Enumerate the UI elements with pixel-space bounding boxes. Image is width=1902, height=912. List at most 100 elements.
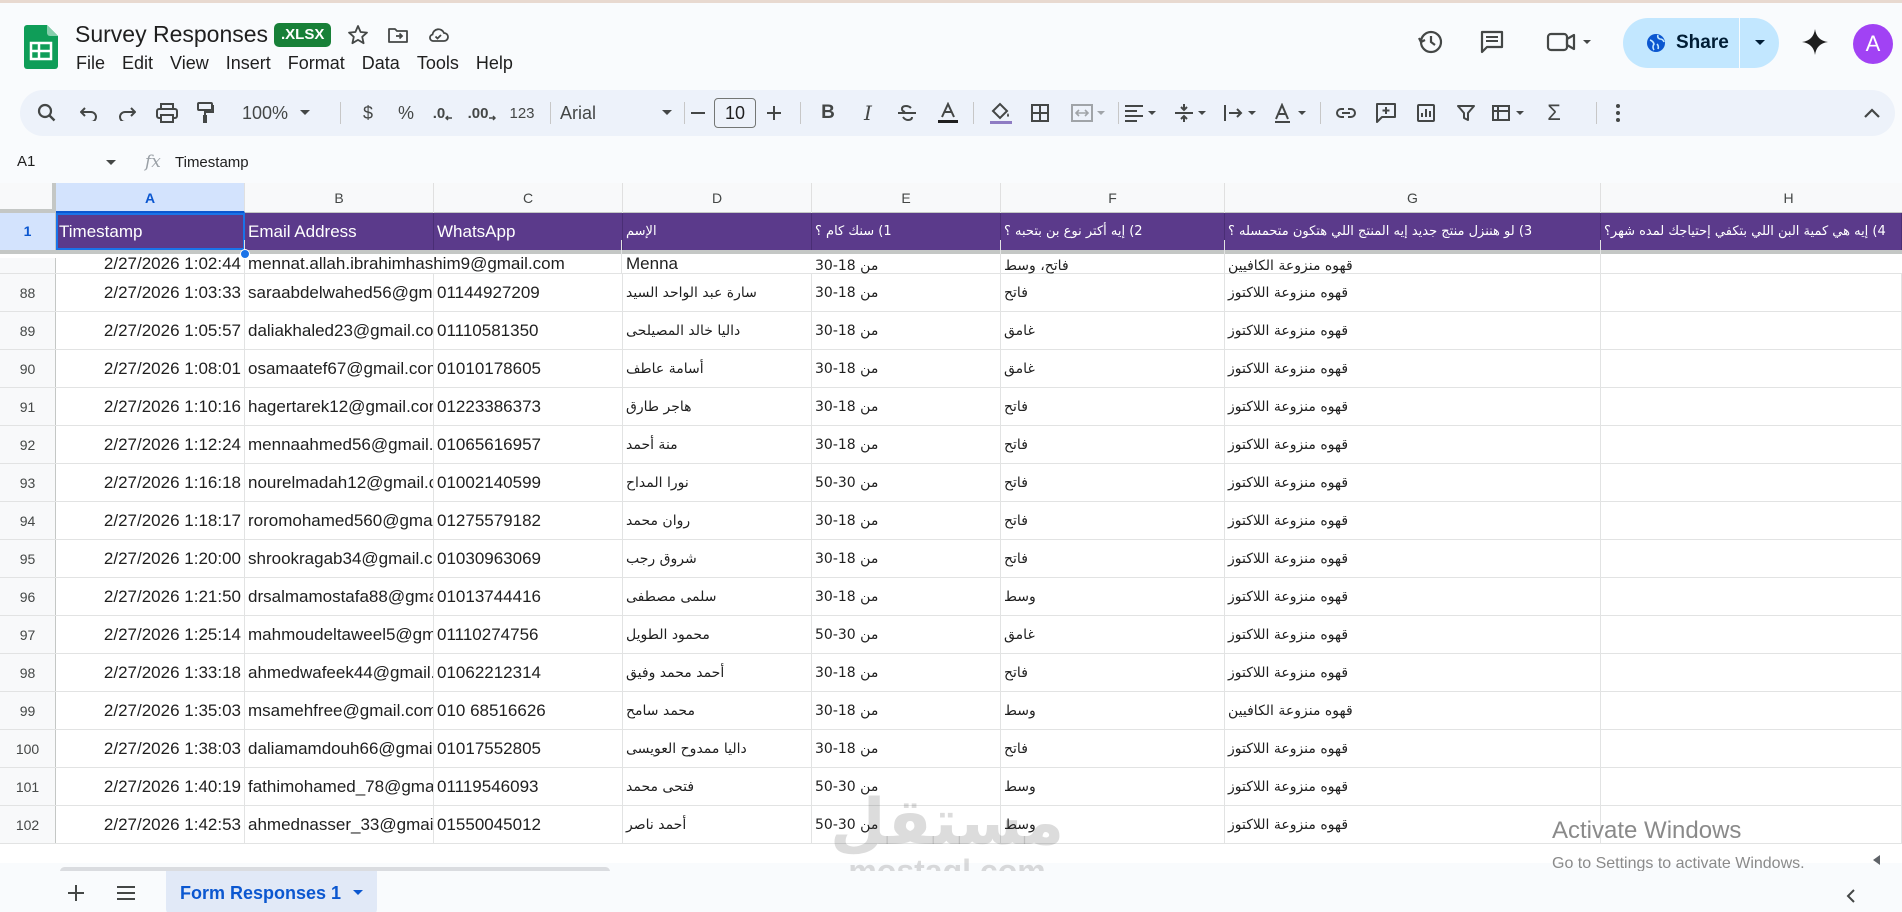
product-cell[interactable]: قهوه منزوعة اللاكتوز <box>1225 616 1601 653</box>
whatsapp-cell[interactable]: 010 68516626 <box>434 692 623 729</box>
coffee-type-cell[interactable]: غامق <box>1001 616 1225 653</box>
name-box[interactable]: A1 <box>17 153 35 170</box>
quantity-cell[interactable] <box>1601 274 1902 311</box>
age-cell[interactable]: من 18-30 <box>812 388 1001 425</box>
timestamp-cell[interactable]: 2/27/2026 1:03:33 <box>56 274 245 311</box>
email-cell[interactable]: fathimohamed_78@gmail.com <box>245 768 434 805</box>
menu-view[interactable]: View <box>170 53 218 74</box>
email-cell[interactable]: hagertarek12@gmail.com <box>245 388 434 425</box>
header-cell-q4[interactable]: 4) إيه هي كمية البن اللي بتكفي إحتياجك ل… <box>1601 213 1902 250</box>
name-cell[interactable]: هاجر طارق <box>623 388 812 425</box>
table-cell[interactable]: فاتح، وسط <box>1001 240 1225 274</box>
share-button[interactable]: Share <box>1623 18 1779 68</box>
print-icon[interactable] <box>153 90 181 136</box>
table-cell[interactable]: mennat.allah.ibrahimhashim9@gmail.com <box>245 240 622 274</box>
search-menus-icon[interactable] <box>32 90 62 136</box>
increase-decimal-button[interactable]: .00 <box>464 90 500 136</box>
column-header-h[interactable]: H <box>1601 183 1902 213</box>
select-all-corner[interactable] <box>0 183 56 213</box>
product-cell[interactable]: قهوه منزوعة الكافيين <box>1225 692 1601 729</box>
row-number[interactable]: 100 <box>0 730 56 767</box>
all-sheets-icon[interactable] <box>112 879 140 907</box>
name-cell[interactable]: سلمى مصطفى <box>623 578 812 615</box>
name-cell[interactable]: فتحى محمد <box>623 768 812 805</box>
quantity-cell[interactable] <box>1601 502 1902 539</box>
coffee-type-cell[interactable]: غامق <box>1001 350 1225 387</box>
table-cell[interactable]: قهوه منزوعة الكافيين <box>1225 240 1601 274</box>
whatsapp-cell[interactable]: 01110274756 <box>434 616 623 653</box>
more-formats-button[interactable]: 123 <box>504 90 540 136</box>
whatsapp-cell[interactable]: 01010178605 <box>434 350 623 387</box>
row-number[interactable]: 101 <box>0 768 56 805</box>
quantity-cell[interactable] <box>1601 654 1902 691</box>
age-cell[interactable]: من 18-30 <box>812 350 1001 387</box>
timestamp-cell[interactable]: 2/27/2026 1:18:17 <box>56 502 245 539</box>
coffee-type-cell[interactable]: فاتح <box>1001 502 1225 539</box>
product-cell[interactable]: قهوه منزوعة اللاكتوز <box>1225 274 1601 311</box>
product-cell[interactable]: قهوه منزوعة اللاكتوز <box>1225 312 1601 349</box>
quantity-cell[interactable] <box>1601 692 1902 729</box>
quantity-cell[interactable] <box>1601 426 1902 463</box>
whatsapp-cell[interactable]: 01065616957 <box>434 426 623 463</box>
age-cell[interactable]: من 18-30 <box>812 312 1001 349</box>
row-number[interactable]: 93 <box>0 464 56 501</box>
coffee-type-cell[interactable]: غامق <box>1001 312 1225 349</box>
name-cell[interactable]: سارة عبد الواحد السيد <box>623 274 812 311</box>
row-number[interactable]: 88 <box>0 274 56 311</box>
timestamp-cell[interactable]: 2/27/2026 1:33:18 <box>56 654 245 691</box>
row-number[interactable]: 90 <box>0 350 56 387</box>
age-cell[interactable]: من 18-30 <box>812 502 1001 539</box>
font-size-input[interactable]: 10 <box>714 98 756 128</box>
table-cell[interactable]: من 18-30 <box>812 240 1001 274</box>
scroll-left-icon[interactable] <box>1872 855 1882 865</box>
whatsapp-cell[interactable]: 01002140599 <box>434 464 623 501</box>
product-cell[interactable]: قهوه منزوعة اللاكتوز <box>1225 426 1601 463</box>
menu-data[interactable]: Data <box>362 53 409 74</box>
age-cell[interactable]: من 30-50 <box>812 464 1001 501</box>
name-box-dropdown-icon[interactable] <box>106 160 116 166</box>
menu-tools[interactable]: Tools <box>417 53 468 74</box>
filter-views-icon[interactable] <box>1488 90 1532 136</box>
age-cell[interactable]: من 18-30 <box>812 540 1001 577</box>
timestamp-cell[interactable]: 2/27/2026 1:38:03 <box>56 730 245 767</box>
column-header-d[interactable]: D <box>623 183 812 213</box>
email-cell[interactable]: daliamamdouh66@gmail.com <box>245 730 434 767</box>
name-cell[interactable]: أحمد محمد وفيق <box>623 654 812 691</box>
name-cell[interactable]: منة أحمد <box>623 426 812 463</box>
document-title[interactable]: Survey Responses <box>75 21 268 48</box>
row-number[interactable]: 99 <box>0 692 56 729</box>
quantity-cell[interactable] <box>1601 540 1902 577</box>
coffee-type-cell[interactable]: فاتح <box>1001 426 1225 463</box>
timestamp-cell[interactable]: 2/27/2026 1:35:03 <box>56 692 245 729</box>
quantity-cell[interactable] <box>1601 616 1902 653</box>
timestamp-cell[interactable]: 2/27/2026 1:42:53 <box>56 806 245 843</box>
bold-button[interactable]: B <box>816 90 840 136</box>
name-cell[interactable]: أحمد ناصر <box>623 806 812 843</box>
explore-collapse-icon[interactable] <box>1846 889 1856 903</box>
format-currency-button[interactable]: $ <box>356 90 380 136</box>
collapse-menus-icon[interactable] <box>1860 90 1884 136</box>
product-cell[interactable]: قهوه منزوعة اللاكتوز <box>1225 350 1601 387</box>
row-number[interactable]: 102 <box>0 806 56 843</box>
quantity-cell[interactable] <box>1601 388 1902 425</box>
vertical-align-icon[interactable] <box>1170 90 1214 136</box>
merge-cells-icon[interactable] <box>1066 90 1110 136</box>
undo-icon[interactable] <box>76 90 102 136</box>
age-cell[interactable]: من 30-50 <box>812 616 1001 653</box>
product-cell[interactable]: قهوه منزوعة اللاكتوز <box>1225 578 1601 615</box>
product-cell[interactable]: قهوه منزوعة اللاكتوز <box>1225 806 1601 843</box>
sheets-logo-icon[interactable] <box>24 25 58 69</box>
coffee-type-cell[interactable]: فاتح <box>1001 388 1225 425</box>
timestamp-cell[interactable]: 2/27/2026 1:20:00 <box>56 540 245 577</box>
timestamp-cell[interactable]: 2/27/2026 1:08:01 <box>56 350 245 387</box>
whatsapp-cell[interactable]: 01144927209 <box>434 274 623 311</box>
formula-input[interactable]: Timestamp <box>175 154 249 171</box>
insert-chart-icon[interactable] <box>1412 90 1440 136</box>
product-cell[interactable]: قهوه منزوعة اللاكتوز <box>1225 464 1601 501</box>
whatsapp-cell[interactable]: 01223386373 <box>434 388 623 425</box>
whatsapp-cell[interactable]: 01119546093 <box>434 768 623 805</box>
coffee-type-cell[interactable]: فاتح <box>1001 464 1225 501</box>
version-history-icon[interactable] <box>1416 27 1446 57</box>
borders-icon[interactable] <box>1026 90 1054 136</box>
name-cell[interactable]: شروق رجب <box>623 540 812 577</box>
